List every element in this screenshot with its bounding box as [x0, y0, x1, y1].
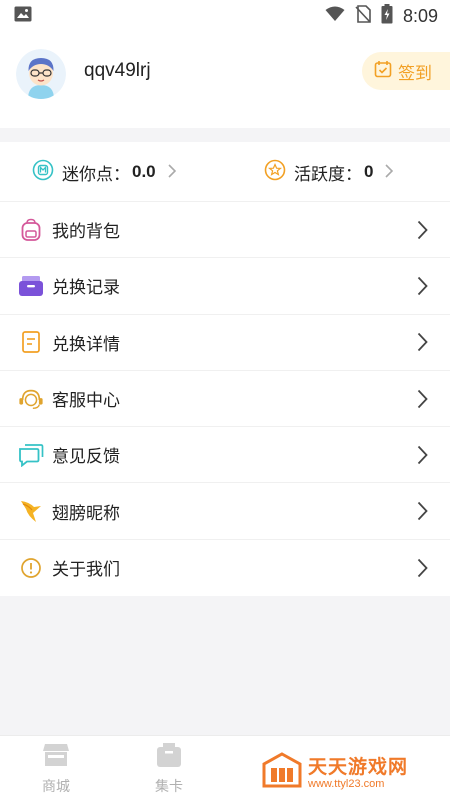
chevron-right-icon	[417, 220, 428, 244]
menu-item-label: 兑换详情	[52, 334, 120, 355]
chevron-right-icon	[417, 501, 428, 525]
chevron-right-icon	[385, 163, 394, 182]
activity-stat[interactable]: 活跃度： 0	[264, 142, 394, 202]
chevron-right-icon	[417, 276, 428, 300]
no-sim-icon	[355, 5, 371, 27]
info-icon	[18, 555, 44, 581]
menu-item-customer-service[interactable]: 客服中心	[0, 371, 450, 428]
headset-icon	[18, 386, 44, 412]
clock: 8:09	[402, 5, 438, 26]
tab-label: 商城	[42, 779, 70, 795]
status-bar: 8:09	[0, 0, 450, 32]
checkin-label: 签到	[398, 63, 432, 84]
watermark-url: www.ttyl23.com	[308, 777, 385, 790]
tab-shop[interactable]: 商城	[26, 742, 86, 796]
menu-item-exchange-records[interactable]: 兑换记录	[0, 258, 450, 315]
mini-points-stat[interactable]: 迷你点： 0.0	[32, 142, 176, 202]
tab-label: 集卡	[155, 779, 183, 795]
menu-item-label: 兑换记录	[52, 278, 120, 299]
star-badge-icon	[264, 159, 286, 185]
document-icon	[18, 329, 44, 355]
menu-list: 我的背包 兑换记录 兑换详情 客服中心 意见反馈 翅膀昵称 关于我们	[0, 202, 450, 597]
gallery-icon	[14, 6, 32, 26]
chat-bubble-icon	[18, 442, 44, 468]
watermark-text: 天天游戏网 www.ttyl23.com	[308, 756, 408, 791]
username: qqv49lrj	[84, 60, 151, 81]
activity-value: 0	[364, 162, 374, 181]
mini-points-label: 迷你点：	[62, 164, 130, 185]
status-left	[14, 6, 32, 26]
watermark: 天天游戏网 www.ttyl23.com	[262, 752, 408, 794]
watermark-logo-icon	[262, 752, 302, 794]
box-icon	[18, 273, 44, 299]
mini-points-value: 0.0	[132, 162, 156, 181]
menu-item-wing-nickname[interactable]: 翅膀昵称	[0, 483, 450, 540]
menu-item-label: 意见反馈	[52, 447, 120, 468]
menu-item-exchange-details[interactable]: 兑换详情	[0, 315, 450, 371]
status-right: 8:09	[325, 4, 438, 28]
chevron-right-icon	[417, 445, 428, 469]
checkin-button[interactable]: 签到	[362, 52, 450, 90]
backpack-icon	[18, 217, 44, 243]
chevron-right-icon	[417, 389, 428, 413]
menu-item-backpack[interactable]: 我的背包	[0, 202, 450, 259]
menu-item-label: 关于我们	[52, 560, 120, 581]
calendar-check-icon	[374, 60, 392, 82]
chevron-right-icon	[417, 332, 428, 356]
stats-row: 迷你点： 0.0 活跃度： 0	[0, 142, 450, 202]
profile-header: qqv49lrj 签到	[0, 32, 450, 128]
menu-item-label: 客服中心	[52, 391, 120, 412]
wing-icon	[18, 498, 44, 524]
wifi-icon	[325, 6, 345, 26]
activity-label: 活跃度：	[294, 164, 362, 185]
card-box-icon	[156, 742, 182, 772]
chevron-right-icon	[168, 163, 176, 182]
tab-collect-cards[interactable]: 集卡	[139, 742, 199, 796]
section-divider	[0, 128, 450, 142]
avatar[interactable]	[16, 49, 66, 99]
menu-item-label: 我的背包	[52, 222, 120, 243]
watermark-title: 天天游戏网	[308, 755, 409, 778]
menu-item-about-us[interactable]: 关于我们	[0, 540, 450, 596]
mini-coin-icon	[32, 159, 54, 185]
battery-charging-icon	[381, 4, 393, 28]
chevron-right-icon	[417, 558, 428, 582]
menu-item-label: 翅膀昵称	[52, 503, 120, 524]
shop-icon	[42, 742, 70, 772]
menu-item-feedback[interactable]: 意见反馈	[0, 427, 450, 484]
